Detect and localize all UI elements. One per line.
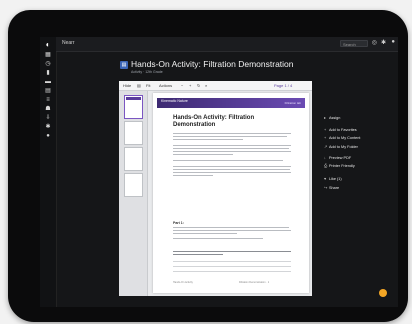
folder-icon[interactable]: ▬ (40, 78, 56, 87)
download-icon[interactable]: ⇩ (40, 114, 56, 123)
menu-item-assign[interactable]: ▸ Assign (324, 115, 340, 120)
page-thumbnail[interactable] (124, 173, 143, 197)
search-icon[interactable]: ⌕ (205, 83, 207, 88)
page-title: Hands-On Activity: Filtration Demonstrat… (131, 59, 294, 69)
user-icon[interactable]: ● (40, 132, 56, 141)
section-heading: Part 1: (173, 221, 184, 225)
top-bar: Nearr Search ◎ ✱ ● (56, 37, 398, 52)
menu-item-print[interactable]: ⎙ Printer Friendly (324, 164, 355, 168)
settings-icon[interactable]: ✱ (381, 39, 386, 46)
app-screen: ◐ ▦ ◷ ▮ ▬ ▤ ≡ ☗ ⇩ ✱ ● Nearr Search ◎ ✱ ●… (40, 37, 398, 307)
settings-icon[interactable]: ✱ (40, 123, 56, 132)
chart-icon[interactable]: ▤ (40, 87, 56, 96)
menu-item-share[interactable]: ↪ Share (324, 185, 339, 190)
menu-item-preview-pdf[interactable]: ↓ Preview PDF (324, 156, 351, 160)
menu-item-like[interactable]: ♥ Like (1) (324, 177, 342, 181)
menu-item-add-folder[interactable]: ↗ Add to My Folder (324, 144, 358, 149)
people-icon[interactable]: ☗ (40, 105, 56, 114)
document-title: Hands-On Activity: Filtration Demonstrat… (173, 115, 255, 128)
document-page: Kinematic Nature Filtration lab Hands-On… (153, 93, 309, 293)
breadcrumb[interactable]: Nearr (62, 40, 75, 46)
fit-button[interactable]: Fit (146, 83, 150, 88)
document-type-icon: ▤ (120, 61, 128, 69)
thumbnail-panel (119, 91, 148, 296)
footer-right: Filtration Demonstration · 1 (239, 281, 270, 284)
logo-icon[interactable]: ◐ (40, 39, 56, 51)
zoom-out-icon[interactable]: − (181, 83, 183, 88)
document-banner: Kinematic Nature Filtration lab (157, 98, 305, 108)
page-thumbnail[interactable] (124, 95, 143, 119)
profile-icon[interactable]: ● (391, 39, 395, 45)
menu-item-add-content[interactable]: + Add to My Content (324, 136, 360, 140)
left-rail: ◐ ▦ ◷ ▮ ▬ ▤ ≡ ☗ ⇩ ✱ ● (40, 37, 57, 307)
hide-button[interactable]: Hide (123, 83, 131, 88)
help-icon[interactable]: ◎ (372, 39, 377, 46)
footer-left: Hands-On Activity (173, 281, 193, 284)
menu-item-add-favorites[interactable]: + Add to Favorites (324, 128, 357, 132)
clock-icon[interactable]: ◷ (40, 60, 56, 69)
document-viewer[interactable]: Hide ▤ Fit Actions − + ↻ ⌕ Page 1 / 4 Ki… (119, 81, 312, 296)
page-indicator: Page 1 / 4 (274, 83, 293, 88)
actions-button[interactable]: Actions (159, 83, 172, 88)
zoom-in-icon[interactable]: + (189, 83, 191, 88)
bookmark-icon[interactable]: ▮ (40, 69, 56, 78)
list-icon[interactable]: ≡ (40, 96, 56, 105)
banner-tag: Filtration lab (284, 101, 301, 105)
search-input[interactable]: Search (340, 40, 368, 47)
rotate-icon[interactable]: ↻ (197, 83, 200, 88)
chat-launcher-button[interactable] (379, 289, 387, 297)
viewer-toolbar: Hide ▤ Fit Actions − + ↻ ⌕ Page 1 / 4 (119, 81, 312, 91)
tablet-frame: ◐ ▦ ◷ ▮ ▬ ▤ ≡ ☗ ⇩ ✱ ● Nearr Search ◎ ✱ ●… (8, 10, 408, 322)
thumbnails-icon[interactable]: ▤ (137, 83, 141, 88)
page-subtitle: Activity · 12th Grade (131, 70, 163, 74)
page-thumbnail[interactable] (124, 121, 143, 145)
page-thumbnail[interactable] (124, 147, 143, 171)
brand-logo: Kinematic Nature (161, 99, 188, 103)
grid-icon[interactable]: ▦ (40, 51, 56, 60)
